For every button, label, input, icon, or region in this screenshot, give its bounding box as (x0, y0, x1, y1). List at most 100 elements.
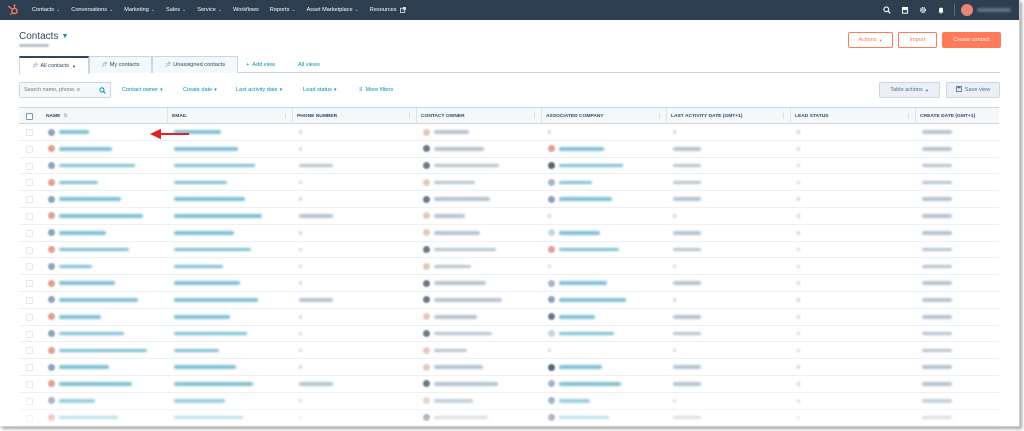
row-checkbox[interactable] (26, 179, 33, 187)
row-checkbox[interactable] (26, 280, 33, 288)
page-title[interactable]: Contacts ▼ (19, 31, 68, 42)
table-cell[interactable] (168, 208, 262, 224)
row-checkbox[interactable] (26, 330, 33, 338)
table-cell[interactable] (42, 326, 124, 342)
table-row[interactable] (19, 141, 999, 158)
table-cell[interactable] (168, 191, 245, 207)
column-lead-status[interactable]: LEAD STATUS ⋮ (791, 108, 916, 124)
nav-contacts[interactable]: Contacts ⌄ (32, 7, 60, 13)
nav-sales[interactable]: Sales ⌄ (166, 7, 186, 13)
nav-reports[interactable]: Reports ⌄ (270, 7, 296, 13)
all-views-link[interactable]: All views (298, 56, 320, 73)
add-view-link[interactable]: + Add view (246, 56, 275, 73)
filter-lead-status[interactable]: Lead status ▾ (303, 82, 336, 98)
search-icon[interactable] (879, 3, 894, 18)
table-cell[interactable] (42, 275, 115, 291)
table-cell[interactable] (42, 208, 144, 224)
table-row[interactable] (19, 309, 999, 326)
table-cell[interactable] (168, 326, 247, 342)
table-row[interactable] (19, 191, 999, 208)
tab-my-contacts[interactable]: 📌︎ My contacts (89, 56, 152, 73)
table-row[interactable] (19, 208, 999, 225)
account-name[interactable] (977, 8, 1011, 12)
table-cell[interactable] (42, 309, 101, 325)
import-button[interactable]: Import (898, 32, 937, 48)
nav-workflows[interactable]: Workflows (233, 7, 259, 13)
table-cell[interactable] (168, 309, 230, 325)
table-cell[interactable] (168, 359, 237, 375)
table-cell[interactable] (42, 158, 135, 174)
table-row[interactable] (19, 275, 999, 292)
row-checkbox[interactable] (26, 229, 33, 237)
select-all-checkbox[interactable] (26, 113, 33, 120)
bell-icon[interactable] (933, 3, 948, 18)
save-view-button[interactable]: Save view (946, 82, 1000, 98)
table-cell[interactable] (168, 258, 224, 274)
nav-resources[interactable]: Resources (370, 7, 406, 13)
tab-all-contacts[interactable]: 📌︎ All contacts ▼ (19, 56, 89, 74)
more-filters-button[interactable]: ≡ More filters (359, 82, 393, 98)
column-create-date[interactable]: CREATE DATE (GMT+1) (916, 108, 999, 124)
table-row[interactable] (19, 342, 999, 360)
table-cell[interactable] (168, 292, 258, 308)
column-name[interactable]: NAME ⇅ (42, 108, 168, 124)
actions-button[interactable]: Actions ▼ (848, 32, 893, 48)
search-input[interactable] (20, 87, 92, 93)
table-cell[interactable] (42, 174, 98, 190)
nav-conversations[interactable]: Conversations ⌄ (71, 7, 113, 13)
column-phone-number[interactable]: PHONE NUMBER ⋮ (293, 108, 417, 124)
filter-create-date[interactable]: Create date ▾ (183, 82, 217, 98)
avatar[interactable] (961, 4, 973, 16)
table-cell[interactable] (168, 342, 219, 358)
table-row[interactable] (19, 291, 999, 309)
gear-icon[interactable] (915, 3, 930, 18)
row-checkbox[interactable] (26, 162, 33, 170)
nav-asset-marketplace[interactable]: Asset Marketplace ⌄ (307, 7, 359, 13)
table-cell[interactable] (42, 141, 112, 157)
table-row[interactable] (19, 325, 999, 343)
row-checkbox[interactable] (26, 364, 33, 372)
table-row[interactable] (19, 242, 999, 259)
table-actions-button[interactable]: Table actions ▼ (879, 82, 940, 98)
table-cell[interactable] (168, 225, 234, 241)
filter-contact-owner[interactable]: Contact owner ▾ (122, 82, 163, 98)
row-checkbox[interactable] (26, 212, 33, 220)
table-row[interactable] (19, 224, 999, 242)
hubspot-logo-icon[interactable] (6, 3, 20, 17)
table-cell[interactable] (42, 292, 138, 308)
row-checkbox[interactable] (26, 263, 33, 271)
row-checkbox[interactable] (26, 196, 33, 204)
table-row[interactable] (19, 258, 999, 276)
table-cell[interactable] (168, 275, 241, 291)
table-cell[interactable] (168, 158, 256, 174)
table-cell[interactable] (168, 242, 251, 258)
filter-last-activity-date[interactable]: Last activity date ▾ (236, 82, 282, 98)
row-checkbox[interactable] (26, 347, 33, 355)
row-checkbox[interactable] (26, 313, 33, 321)
table-row[interactable] (19, 359, 999, 376)
marketplace-icon[interactable] (897, 3, 912, 18)
table-cell[interactable] (168, 174, 228, 190)
search-icon[interactable] (94, 83, 110, 97)
table-cell[interactable] (42, 342, 147, 358)
row-checkbox[interactable] (26, 129, 33, 136)
column-associated-company[interactable]: ASSOCIATED COMPANY ⋮ (542, 108, 667, 124)
table-cell[interactable] (42, 124, 89, 140)
table-cell[interactable] (42, 258, 93, 274)
tab-unassigned-contacts[interactable]: 📌︎ Unassigned contacts (152, 56, 238, 73)
table-cell[interactable] (42, 242, 130, 258)
column-contact-owner[interactable]: CONTACT OWNER ⋮ (417, 108, 542, 124)
table-cell[interactable] (42, 191, 121, 207)
nav-marketing[interactable]: Marketing ⌄ (124, 7, 155, 13)
column-email[interactable]: EMAIL ⋮ (168, 108, 293, 124)
row-checkbox[interactable] (26, 296, 33, 304)
column-last-activity-date[interactable]: LAST ACTIVITY DATE (GMT+1) ⋮ (667, 108, 791, 124)
row-checkbox[interactable] (26, 246, 33, 254)
table-cell[interactable] (42, 225, 107, 241)
nav-service[interactable]: Service ⌄ (197, 7, 222, 13)
table-cell[interactable] (42, 359, 110, 375)
create-contact-button[interactable]: Create contact (942, 32, 1001, 48)
row-checkbox[interactable] (26, 145, 33, 153)
table-cell[interactable] (168, 141, 239, 157)
table-row[interactable] (19, 174, 999, 192)
